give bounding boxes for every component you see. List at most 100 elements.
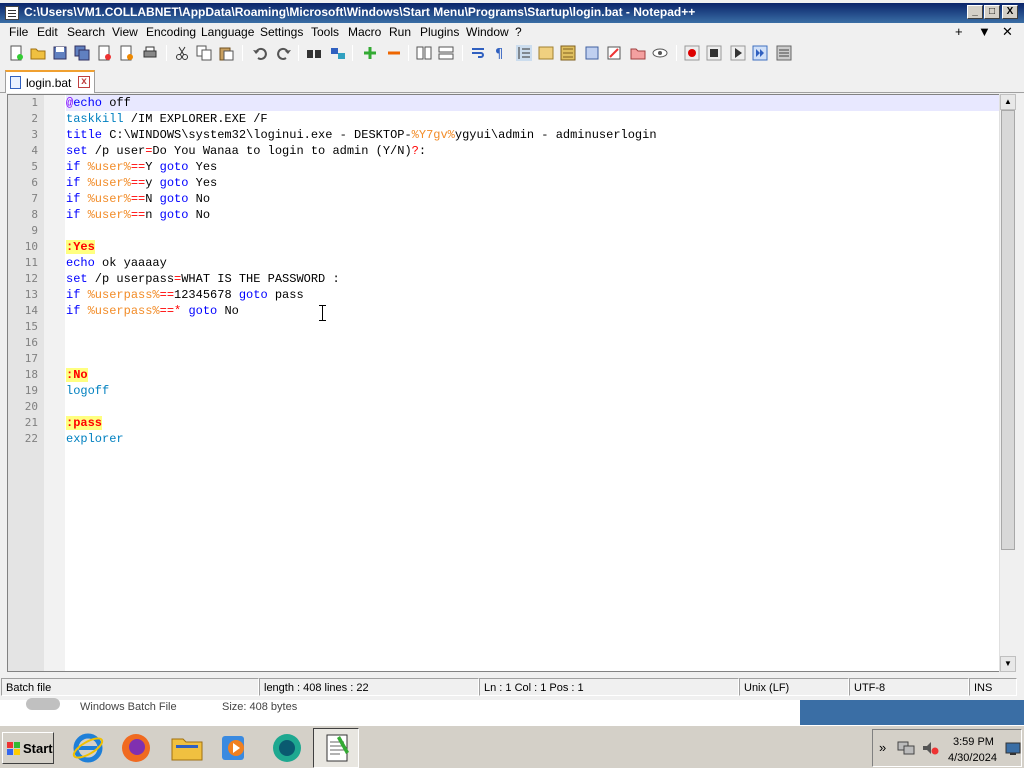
tab-login-bat[interactable]: login.bat x [5, 70, 95, 93]
show-hidden-icons-icon[interactable]: » [879, 740, 886, 755]
menu-search[interactable]: Search [67, 25, 105, 39]
line-number: 16 [24, 336, 38, 349]
close-document-icon[interactable]: ✕ [1002, 24, 1013, 40]
replace-icon[interactable] [330, 45, 346, 61]
status-insert-mode[interactable]: INS [969, 678, 1017, 696]
menu-run[interactable]: Run [389, 25, 411, 39]
vertical-scrollbar[interactable]: ▲ ▼ [999, 94, 1016, 672]
menu-language[interactable]: Language [201, 25, 254, 39]
menu-tools[interactable]: Tools [311, 25, 339, 39]
toolbar-separator [408, 45, 409, 61]
token: == [159, 288, 175, 302]
start-button[interactable]: Start [2, 732, 54, 764]
zoom-in-icon[interactable] [362, 45, 378, 61]
run-macro-multiple-icon[interactable] [752, 45, 768, 61]
token: if [66, 288, 81, 302]
code-line-18: :No [66, 367, 999, 383]
new-tab-plus-icon[interactable]: + [955, 24, 963, 39]
zoom-out-icon[interactable] [386, 45, 402, 61]
paste-icon[interactable] [218, 45, 234, 61]
token: == [159, 304, 175, 318]
copy-icon[interactable] [196, 45, 212, 61]
token: : [418, 144, 427, 158]
menu-window[interactable]: Window [466, 25, 509, 39]
token: echo [73, 96, 103, 110]
menu-plugins[interactable]: Plugins [420, 25, 459, 39]
save-all-icon[interactable] [74, 45, 90, 61]
scroll-up-arrow-icon[interactable]: ▲ [1000, 94, 1016, 110]
document-map-icon[interactable] [560, 45, 576, 61]
indent-guide-icon[interactable] [516, 45, 532, 61]
status-cursor-position[interactable]: Ln : 1 Col : 1 Pos : 1 [479, 678, 739, 696]
menu-edit[interactable]: Edit [37, 25, 58, 39]
tab-list-dropdown-icon[interactable]: ▼ [978, 24, 991, 39]
file-explorer-icon[interactable] [170, 731, 204, 765]
code-line-21: :pass [66, 415, 999, 431]
token: C:\WINDOWS\system32\loginui.exe - DESKTO… [102, 128, 412, 142]
line-number: 20 [24, 400, 38, 413]
record-macro-icon[interactable] [684, 45, 700, 61]
sync-horizontal-icon[interactable] [438, 45, 454, 61]
media-player-icon[interactable] [219, 731, 253, 765]
menu-macro[interactable]: Macro [348, 25, 381, 39]
sync-vertical-icon[interactable] [416, 45, 432, 61]
window-title: C:\Users\VM1.COLLABNET\AppData\Roaming\M… [24, 5, 696, 19]
menu-settings[interactable]: Settings [260, 25, 303, 39]
close-all-icon[interactable] [118, 45, 134, 61]
show-desktop-icon[interactable] [1005, 742, 1021, 756]
scroll-down-arrow-icon[interactable]: ▼ [1000, 656, 1016, 672]
firefox-icon[interactable] [119, 731, 153, 765]
minimize-button[interactable]: _ [967, 5, 983, 19]
menu-help[interactable]: ? [515, 25, 522, 39]
fold-margin[interactable] [44, 95, 65, 671]
find-icon[interactable] [306, 45, 322, 61]
volume-muted-icon[interactable] [921, 740, 939, 756]
clock-date[interactable]: 4/30/2024 [948, 752, 997, 764]
folder-icon[interactable] [630, 45, 646, 61]
code-editor[interactable]: 1 2 3 4 5 6 7 8 9 10 11 12 13 14 15 16 1… [7, 94, 1016, 672]
code-line-11: echo ok yaaaay [66, 255, 999, 271]
clock-time[interactable]: 3:59 PM [953, 736, 994, 748]
play-macro-icon[interactable] [730, 45, 746, 61]
tab-close-icon[interactable]: x [78, 76, 90, 88]
folder-workspace-icon[interactable] [606, 45, 622, 61]
save-icon[interactable] [52, 45, 68, 61]
code-line-7: if %user%==N goto No [66, 191, 999, 207]
maximize-button[interactable]: □ [984, 5, 1000, 19]
token: set [66, 144, 88, 158]
close-file-icon[interactable] [96, 45, 112, 61]
token: == [130, 192, 146, 206]
menu-encoding[interactable]: Encoding [146, 25, 196, 39]
cut-icon[interactable] [174, 45, 190, 61]
notepadpp-taskbar-button[interactable] [313, 728, 359, 768]
line-number: 9 [31, 224, 38, 237]
new-file-icon[interactable] [8, 45, 24, 61]
close-button[interactable]: X [1002, 5, 1018, 19]
stop-macro-icon[interactable] [706, 45, 722, 61]
token: echo [66, 256, 95, 270]
token: if [66, 176, 81, 190]
undo-icon[interactable] [252, 45, 268, 61]
background-file-size: Size: 408 bytes [222, 701, 298, 713]
word-wrap-icon[interactable] [470, 45, 486, 61]
monitoring-eye-icon[interactable] [652, 45, 668, 61]
redo-icon[interactable] [276, 45, 292, 61]
user-language-icon[interactable] [538, 45, 554, 61]
save-macro-icon[interactable] [776, 45, 792, 61]
network-icon[interactable] [897, 740, 915, 756]
title-bar[interactable]: C:\Users\VM1.COLLABNET\AppData\Roaming\M… [0, 3, 1024, 23]
chat-app-icon[interactable] [269, 731, 303, 765]
scrollbar-thumb[interactable] [1001, 110, 1015, 550]
toolbar-separator [462, 45, 463, 61]
token: == [130, 160, 146, 174]
menu-file[interactable]: File [9, 25, 28, 39]
label-token: :Yes [66, 240, 95, 254]
menu-view[interactable]: View [112, 25, 138, 39]
function-list-icon[interactable] [584, 45, 600, 61]
show-all-chars-icon[interactable]: ¶ [492, 45, 508, 61]
open-file-icon[interactable] [30, 45, 46, 61]
tab-bar: login.bat x [0, 67, 1024, 93]
print-icon[interactable] [142, 45, 158, 61]
internet-explorer-icon[interactable] [71, 731, 105, 765]
